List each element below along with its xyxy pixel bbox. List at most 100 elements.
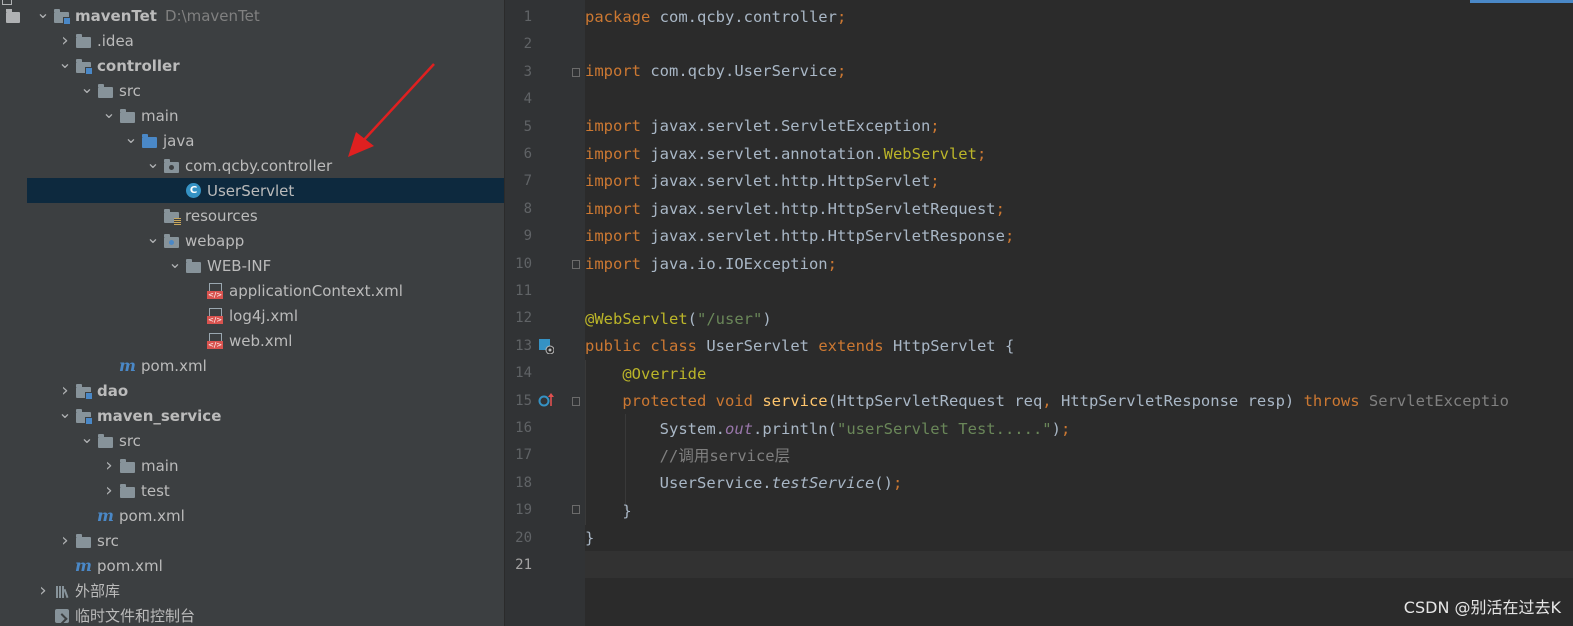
- tree-item[interactable]: ⌄ maven_service: [27, 403, 504, 428]
- chevron-down-icon[interactable]: ⌄: [57, 50, 73, 75]
- tree-item-label: main: [141, 456, 179, 475]
- line-number: 2: [523, 36, 532, 53]
- scratches-icon: [53, 607, 70, 624]
- folder-icon: [119, 457, 136, 474]
- code-line-7[interactable]: import javax.servlet.http.HttpServlet;: [585, 168, 940, 195]
- tree-item-label: UserServlet: [207, 181, 295, 200]
- tree-item[interactable]: ⌄ webapp: [27, 228, 504, 253]
- line-number: 13: [515, 337, 532, 354]
- project-tab-icon[interactable]: [6, 9, 20, 23]
- tree-item-label: mavenTet: [75, 6, 157, 25]
- tree-item[interactable]: › test: [27, 478, 504, 503]
- chevron-down-icon[interactable]: ⌄: [101, 100, 117, 125]
- chevron-down-icon[interactable]: ⌄: [79, 75, 95, 100]
- code-line-14[interactable]: @Override: [585, 361, 706, 388]
- chevron-right-icon[interactable]: ›: [101, 478, 117, 503]
- tree-item-label: src: [119, 81, 141, 100]
- chevron-right-icon[interactable]: ›: [101, 453, 117, 478]
- tree-item-label: applicationContext.xml: [229, 281, 403, 300]
- line-number: 20: [515, 529, 532, 546]
- module-folder-icon: [75, 382, 93, 400]
- tree-item-label: resources: [185, 206, 258, 225]
- tree-item[interactable]: ›log4j.xml: [27, 303, 504, 328]
- line-number: 17: [515, 447, 532, 464]
- maven-icon: m: [97, 506, 114, 525]
- chevron-right-icon[interactable]: ›: [57, 528, 73, 553]
- line-number: 18: [515, 474, 532, 491]
- code-line-18[interactable]: UserService.testService();: [585, 470, 903, 497]
- structure-tab-icon[interactable]: [2, 0, 12, 5]
- line-number: 1: [523, 9, 532, 25]
- chevron-down-icon[interactable]: ⌄: [79, 425, 95, 450]
- line-number: 4: [523, 91, 532, 108]
- tree-item[interactable]: ⌄ WEB-INF: [27, 253, 504, 278]
- tree-item[interactable]: ›web.xml: [27, 328, 504, 353]
- tree-item[interactable]: ›resources: [27, 203, 504, 228]
- chevron-down-icon[interactable]: ⌄: [145, 225, 161, 250]
- line-number: 9: [523, 228, 532, 245]
- watermark: CSDN @别活在过去K: [1403, 598, 1561, 617]
- line-number: 21: [515, 557, 532, 573]
- folder-icon: [119, 107, 136, 124]
- code-line-19[interactable]: }: [585, 498, 631, 525]
- tree-item[interactable]: ›CUserServlet: [27, 178, 504, 203]
- code-line-12[interactable]: @WebServlet("/user"): [585, 306, 772, 333]
- tree-item[interactable]: ›mpom.xml: [27, 503, 504, 528]
- servlet-gutter-icon[interactable]: [538, 338, 554, 354]
- tree-item-label: src: [97, 531, 119, 550]
- code-line-8[interactable]: import javax.servlet.http.HttpServletReq…: [585, 196, 1005, 223]
- tree-item-label: log4j.xml: [229, 306, 299, 325]
- tree-item[interactable]: › dao: [27, 378, 504, 403]
- tree-item[interactable]: ›applicationContext.xml: [27, 278, 504, 303]
- module-folder-icon: [75, 57, 93, 75]
- source-folder-icon: [141, 132, 158, 149]
- tree-item-label: .idea: [97, 31, 134, 50]
- folder-icon: [185, 257, 202, 274]
- tree-item[interactable]: › src: [27, 528, 504, 553]
- web-folder-icon: [163, 232, 180, 249]
- tree-item-label: main: [141, 106, 179, 125]
- code-line-17[interactable]: //调用service层: [585, 443, 791, 470]
- tree-item[interactable]: › .idea: [27, 28, 504, 53]
- code-line-5[interactable]: import javax.servlet.ServletException;: [585, 113, 940, 140]
- fold-marker[interactable]: [572, 397, 580, 406]
- chevron-down-icon[interactable]: ⌄: [35, 0, 51, 25]
- current-line-highlight: [585, 551, 1573, 578]
- tree-item[interactable]: ›mpom.xml: [27, 353, 504, 378]
- chevron-down-icon[interactable]: ⌄: [167, 250, 183, 275]
- line-number: 5: [523, 118, 532, 135]
- module-folder-icon: [75, 407, 93, 425]
- code-line-1[interactable]: package com.qcby.controller;: [585, 4, 846, 31]
- code-line-3[interactable]: import com.qcby.UserService;: [585, 58, 846, 85]
- fold-marker[interactable]: [572, 260, 580, 269]
- tree-item-label: 外部库: [75, 582, 121, 600]
- override-method-icon[interactable]: [538, 392, 554, 408]
- resources-folder-icon: [163, 207, 181, 225]
- tree-item-label: src: [119, 431, 141, 450]
- module-folder-icon: [53, 7, 71, 25]
- scrollbar-marker: [1470, 0, 1573, 3]
- line-number: 7: [523, 173, 532, 190]
- code-line-9[interactable]: import javax.servlet.http.HttpServletRes…: [585, 223, 1014, 250]
- chevron-down-icon[interactable]: ⌄: [123, 125, 139, 150]
- tree-item[interactable]: › main: [27, 453, 504, 478]
- tree-item[interactable]: ›mpom.xml: [27, 553, 504, 578]
- tree-item[interactable]: ⌄ src: [27, 428, 504, 453]
- fold-marker[interactable]: [572, 505, 580, 514]
- code-line-15[interactable]: protected void service(HttpServletReques…: [585, 388, 1509, 415]
- package-icon: [163, 157, 180, 174]
- tree-item-label: web.xml: [229, 331, 293, 350]
- code-line-6[interactable]: import javax.servlet.annotation.WebServl…: [585, 141, 986, 168]
- chevron-down-icon[interactable]: ⌄: [57, 400, 73, 425]
- fold-marker[interactable]: [572, 68, 580, 77]
- chevron-right-icon[interactable]: ›: [35, 578, 51, 603]
- code-line-10[interactable]: import java.io.IOException;: [585, 251, 837, 278]
- tree-item[interactable]: › 外部库: [27, 578, 504, 603]
- tree-item[interactable]: ⌄ mavenTet D:\mavenTet: [27, 3, 504, 28]
- code-line-13[interactable]: public class UserServlet extends HttpSer…: [585, 333, 1014, 360]
- line-number: 10: [515, 255, 532, 272]
- chevron-down-icon[interactable]: ⌄: [145, 150, 161, 175]
- tree-item[interactable]: ›临时文件和控制台: [27, 603, 504, 626]
- code-line-20[interactable]: }: [585, 525, 594, 552]
- code-line-16[interactable]: System.out.println("userServlet Test....…: [585, 416, 1071, 443]
